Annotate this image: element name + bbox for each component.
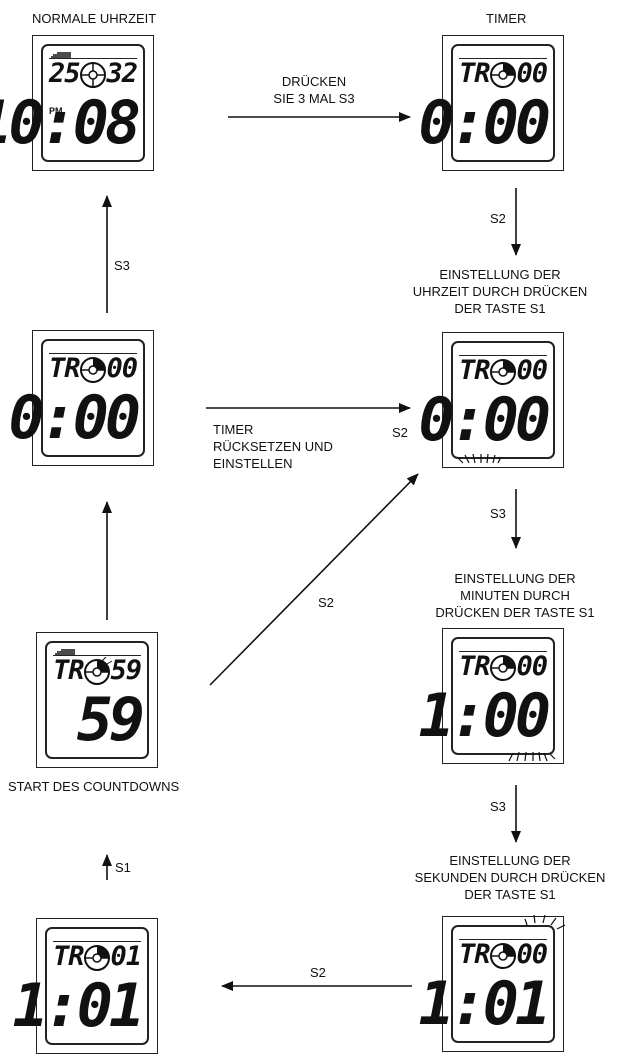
- lcd-main: 0:00: [418, 88, 551, 158]
- lcd-timer: TR 00 0:00: [419, 35, 564, 171]
- lcd-top-left: TR: [53, 941, 85, 972]
- label-s2-diagonal: S2: [318, 595, 334, 610]
- label-s1: S1: [115, 860, 131, 875]
- lcd-main: 0:00: [8, 383, 141, 453]
- lcd-set-seconds: TR 00 1:01: [419, 914, 566, 1052]
- lcd-main: 10:08: [0, 88, 141, 158]
- lcd-s1-state: TR 01 1:01: [13, 918, 158, 1054]
- dial-icon: [486, 60, 520, 90]
- lcd-top-left: TR: [53, 655, 85, 686]
- lcd-top-left: TR: [49, 353, 81, 384]
- dial-icon: [486, 653, 520, 683]
- lcd-top-left: TR: [459, 651, 491, 682]
- lcd-top-right: 32: [106, 58, 138, 89]
- lcd-main: 1:01: [12, 971, 145, 1041]
- dial-icon: [76, 355, 110, 385]
- dial-icon: [486, 941, 520, 971]
- label-press-three-times: DRÜCKEN SIE 3 MAL S3: [273, 74, 355, 106]
- lcd-top-left: TR: [459, 355, 491, 386]
- lcd-countdown: TR 59 59: [36, 632, 158, 768]
- lcd-reset: TR 00 0:00: [9, 330, 154, 466]
- label-s3-hours-down: S3: [490, 506, 506, 521]
- flash-marks-icon: [524, 914, 566, 930]
- label-set-seconds: EINSTELLUNG DER SEKUNDEN DURCH DRÜCKEN D…: [414, 853, 606, 902]
- lcd-top-right: 00: [106, 353, 138, 384]
- lcd-top-left: TR: [459, 58, 491, 89]
- dial-icon: [76, 60, 110, 90]
- lcd-set-minutes: TR 00 1:00: [419, 628, 564, 764]
- lcd-normal-time: 25 32 PM 10:08: [0, 35, 154, 171]
- label-s3-minutes-down: S3: [490, 799, 506, 814]
- flash-marks-icon: [456, 453, 502, 464]
- dial-icon: [80, 943, 114, 973]
- lcd-top-right: 00: [516, 939, 548, 970]
- lcd-top-right: 00: [516, 355, 548, 386]
- lcd-main: 59: [76, 685, 145, 755]
- label-s3-left-up: S3: [114, 258, 130, 273]
- label-reset-timer: TIMER RÜCKSETZEN UND EINSTELLEN: [213, 422, 333, 471]
- label-set-minutes: EINSTELLUNG DER MINUTEN DURCH DRÜCKEN DE…: [435, 571, 595, 620]
- label-normal-time: NORMALE UHRZEIT: [32, 11, 157, 26]
- lcd-top-right: 59: [110, 655, 142, 686]
- arrow-countdown-to-set-hours: [209, 473, 419, 686]
- label-s2-timer-down: S2: [490, 211, 506, 226]
- label-s2-reset: S2: [392, 425, 408, 440]
- lcd-top-right: 00: [516, 651, 548, 682]
- dial-icon: [80, 656, 114, 687]
- signal-bars-icon: [51, 52, 71, 58]
- label-set-hours: EINSTELLUNG DER UHRZEIT DURCH DRÜCKEN DE…: [412, 267, 588, 316]
- label-s2-bottom: S2: [310, 965, 326, 980]
- label-countdown-start: START DES COUNTDOWNS: [8, 779, 180, 794]
- lcd-top-right: 01: [110, 941, 142, 972]
- dial-icon: [486, 357, 520, 387]
- signal-bars-icon: [55, 649, 75, 655]
- lcd-main: 1:00: [418, 681, 551, 751]
- lcd-main: 1:01: [418, 969, 551, 1039]
- lcd-top-left: TR: [459, 939, 491, 970]
- lcd-set-hours: TR 00 0:00: [419, 332, 564, 468]
- flash-marks-icon: [508, 751, 556, 762]
- lcd-top-left: 25: [49, 58, 81, 89]
- lcd-main: 0:00: [418, 385, 551, 455]
- lcd-top-right: 00: [516, 58, 548, 89]
- label-timer: TIMER: [486, 11, 527, 26]
